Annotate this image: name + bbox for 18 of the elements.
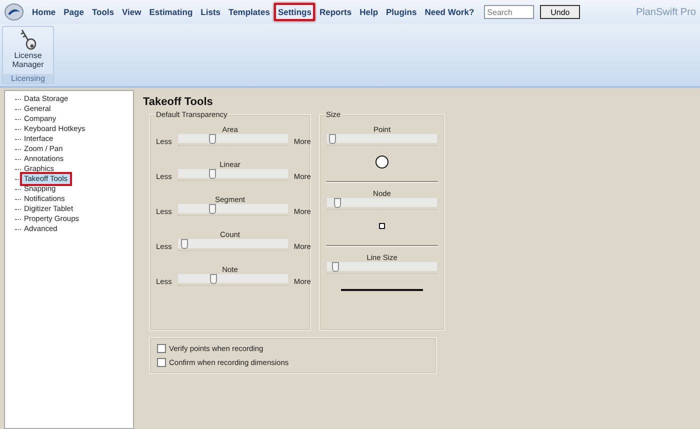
menu-tab[interactable]: Reports xyxy=(315,3,356,21)
menu-tab[interactable]: Home xyxy=(28,3,60,21)
menu-tab[interactable]: Need Work? xyxy=(420,3,478,21)
undo-button[interactable]: Undo xyxy=(540,5,580,19)
menu-tab[interactable]: Estimating xyxy=(145,3,197,21)
group-label: Licensing xyxy=(3,74,53,83)
menu-tab[interactable]: Page xyxy=(60,3,88,21)
menu-tab[interactable]: Plugins xyxy=(382,3,421,21)
license-manager-button[interactable]: License Manager xyxy=(12,27,44,69)
menu-tab[interactable]: Help xyxy=(356,3,382,21)
menu-tab[interactable]: Tools xyxy=(88,3,118,21)
search-field[interactable]: Search xyxy=(484,5,534,19)
menu-tab[interactable]: Lists xyxy=(196,3,225,21)
menu-tab[interactable]: Templates xyxy=(224,3,274,21)
app-title: PlanSwift Pro xyxy=(636,6,696,18)
page-heading: Takeoff Tools xyxy=(143,96,214,108)
menu-tab[interactable]: Settings xyxy=(274,3,316,21)
menu-tab[interactable]: View xyxy=(118,3,146,21)
